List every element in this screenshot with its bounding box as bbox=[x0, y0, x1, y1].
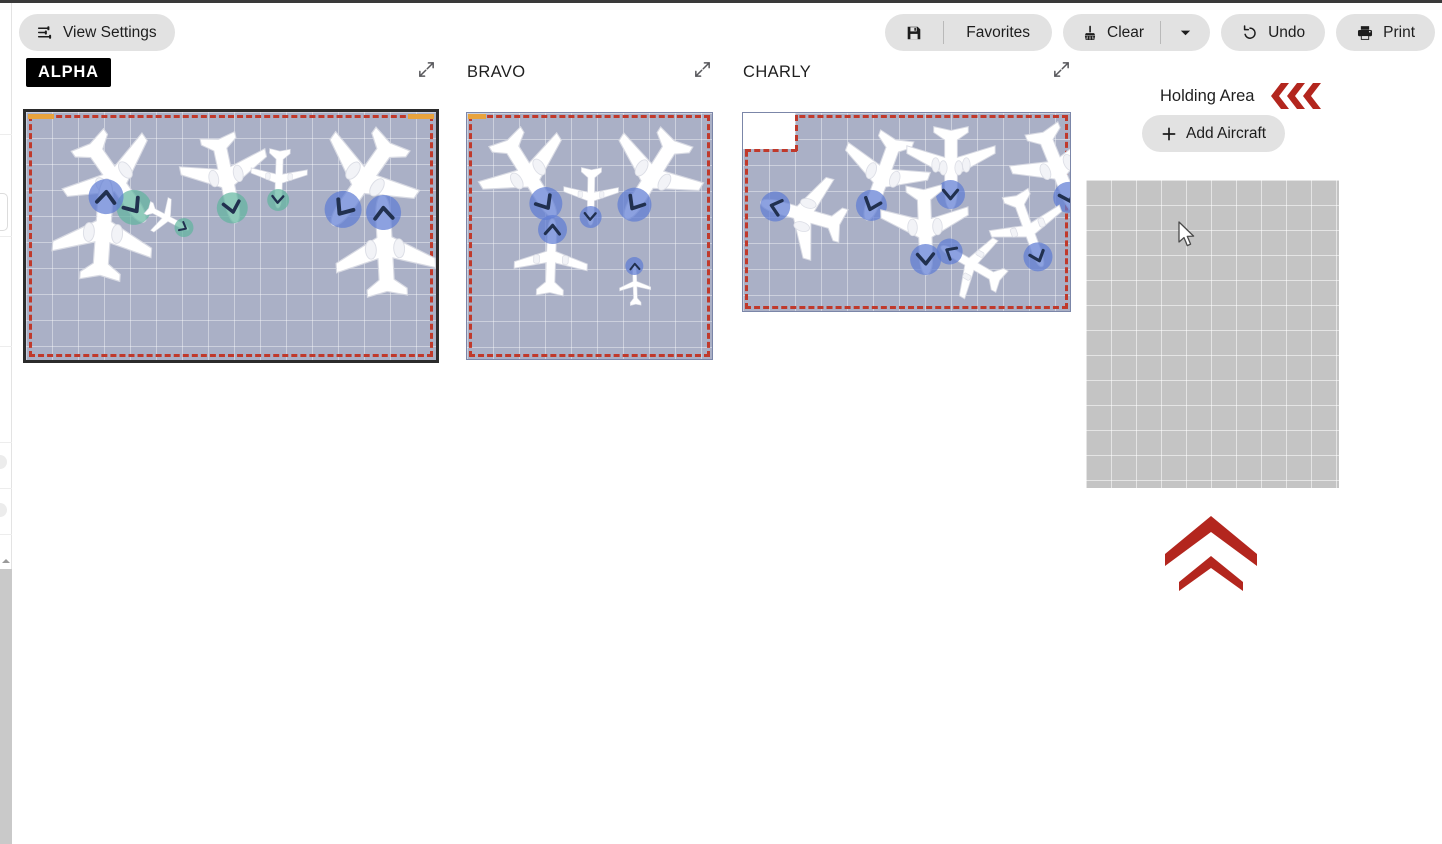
stand-alpha-corner-tr bbox=[408, 114, 434, 119]
stand-bravo[interactable] bbox=[466, 112, 713, 360]
panel-header-bravo: BRAVO bbox=[467, 57, 712, 87]
aircraft-bravo-3[interactable] bbox=[501, 209, 600, 308]
panel-header-alpha: ALPHA bbox=[26, 57, 436, 87]
sliders-icon bbox=[37, 24, 54, 41]
stand-alpha-corner-tl bbox=[28, 114, 54, 119]
rail-section-5 bbox=[0, 443, 12, 489]
save-button[interactable] bbox=[885, 14, 943, 51]
holding-area-grid[interactable] bbox=[1086, 180, 1339, 488]
rail-section-3 bbox=[0, 237, 12, 347]
plus-icon bbox=[1161, 126, 1177, 142]
view-settings-button[interactable]: View Settings bbox=[19, 14, 175, 51]
rail-scroll-track[interactable] bbox=[0, 569, 12, 844]
printer-icon bbox=[1356, 24, 1374, 42]
panel-header-charly: CHARLY bbox=[743, 57, 1071, 87]
aircraft-bravo-4[interactable] bbox=[604, 254, 666, 316]
expand-diagonal-icon-bravo[interactable] bbox=[693, 60, 712, 84]
holding-area-header: Holding Area bbox=[1160, 81, 1325, 111]
aircraft-alpha-6[interactable] bbox=[323, 187, 436, 311]
favorites-label: Favorites bbox=[966, 23, 1031, 41]
clear-label: Clear bbox=[1107, 23, 1145, 41]
top-toolbar: View Settings Favorites Clear Undo Print bbox=[0, 3, 1442, 56]
panel-title-bravo[interactable]: BRAVO bbox=[467, 63, 526, 82]
broom-icon bbox=[1081, 24, 1099, 42]
print-label: Print bbox=[1383, 23, 1415, 41]
stand-charly[interactable] bbox=[742, 112, 1071, 312]
print-button[interactable]: Print bbox=[1336, 14, 1435, 51]
favorites-button[interactable]: Favorites bbox=[944, 14, 1052, 51]
stand-alpha[interactable] bbox=[23, 109, 439, 363]
clear-button[interactable]: Clear bbox=[1063, 14, 1160, 51]
clear-dropdown-button[interactable] bbox=[1161, 14, 1210, 51]
stand-charly-notch-edge-v bbox=[795, 115, 798, 151]
rail-section-6 bbox=[0, 489, 12, 535]
add-aircraft-label: Add Aircraft bbox=[1186, 124, 1267, 142]
undo-arrow-icon bbox=[1241, 24, 1259, 42]
clear-group: Clear bbox=[1063, 14, 1211, 51]
holding-area-grid-lines bbox=[1086, 180, 1339, 488]
rail-chip-item[interactable] bbox=[0, 193, 8, 231]
chevron-down-icon bbox=[1179, 26, 1192, 39]
left-sidebar-partial[interactable] bbox=[0, 3, 12, 844]
expand-diagonal-icon-alpha[interactable] bbox=[417, 60, 436, 84]
stand-bravo-corner-tl bbox=[468, 114, 486, 119]
chevrons-left-icon[interactable] bbox=[1259, 81, 1325, 111]
rail-section-4 bbox=[0, 347, 12, 443]
aircraft-stand-planner: View Settings Favorites Clear Undo Print… bbox=[0, 0, 1442, 844]
save-favorites-group: Favorites bbox=[885, 14, 1053, 51]
panel-title-alpha[interactable]: ALPHA bbox=[26, 57, 111, 87]
undo-button[interactable]: Undo bbox=[1221, 14, 1326, 51]
chevrons-up-icon[interactable] bbox=[1163, 514, 1259, 597]
toolbar-right-group: Favorites Clear Undo Print bbox=[885, 14, 1442, 51]
undo-label: Undo bbox=[1268, 23, 1306, 41]
panel-title-charly[interactable]: CHARLY bbox=[743, 63, 811, 82]
rail-triangle-icon bbox=[2, 559, 10, 563]
view-settings-label: View Settings bbox=[63, 23, 157, 41]
expand-diagonal-icon-charly[interactable] bbox=[1052, 60, 1071, 84]
add-aircraft-button[interactable]: Add Aircraft bbox=[1142, 115, 1286, 152]
holding-area-label: Holding Area bbox=[1160, 86, 1255, 105]
stand-charly-notch-edge-h bbox=[745, 149, 797, 152]
stand-charly-notch bbox=[743, 113, 795, 149]
floppy-disk-icon bbox=[905, 24, 923, 42]
